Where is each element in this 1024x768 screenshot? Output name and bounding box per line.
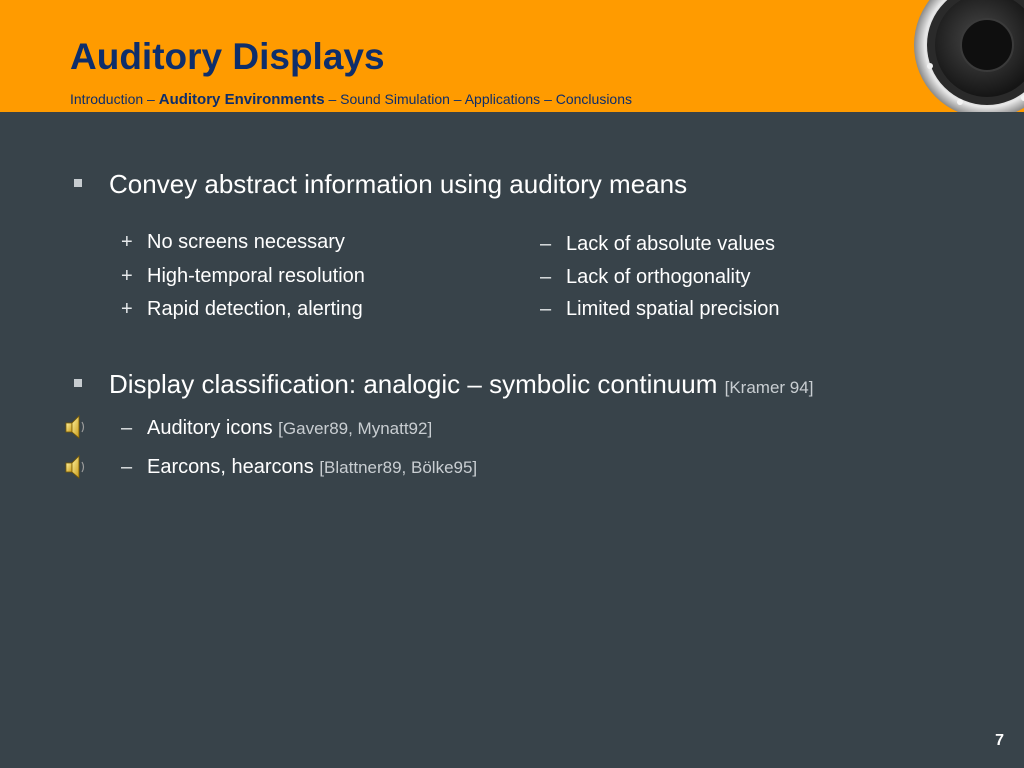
pro-item: + No screens necessary <box>121 231 345 254</box>
slide-title: Auditory Displays <box>70 36 385 77</box>
pro-text: High-temporal resolution <box>147 265 365 287</box>
pro-text: No screens necessary <box>147 231 345 253</box>
minus-sign: – <box>121 456 133 478</box>
bullet-classification: Display classification: analogic – symbo… <box>74 369 814 400</box>
example-text: Earcons, hearcons <box>147 456 320 478</box>
bullet-marker <box>74 379 82 387</box>
citation: [Kramer 94] <box>724 378 814 397</box>
speaker-sound-icon[interactable] <box>64 413 88 441</box>
speaker-sound-icon[interactable] <box>64 453 88 481</box>
con-text: Lack of absolute values <box>566 233 776 255</box>
minus-sign: – <box>121 417 133 439</box>
plus-sign: + <box>121 265 133 287</box>
breadcrumb-after: – Sound Simulation – Applications – Conc… <box>324 91 633 107</box>
bullet-classification-text: Display classification: analogic – symbo… <box>109 369 725 399</box>
minus-sign: – <box>540 233 552 255</box>
bullet-convey: Convey abstract information using audito… <box>74 169 688 200</box>
speaker-cone-icon <box>914 0 1024 112</box>
breadcrumb: Introduction – Auditory Environments – S… <box>70 91 632 108</box>
breadcrumb-active: Auditory Environments <box>158 91 325 108</box>
minus-sign: – <box>540 298 552 320</box>
plus-sign: + <box>121 231 133 253</box>
example-earcons: – Earcons, hearcons [Blattner89, Bölke95] <box>121 456 477 479</box>
citation: [Gaver89, Mynatt92] <box>278 419 433 438</box>
pro-item: + High-temporal resolution <box>121 265 365 288</box>
con-item: – Limited spatial precision <box>540 298 779 321</box>
example-text: Auditory icons <box>147 417 279 439</box>
page-number: 7 <box>995 732 1004 749</box>
con-text: Limited spatial precision <box>566 298 780 320</box>
con-item: – Lack of absolute values <box>540 233 775 256</box>
con-item: – Lack of orthogonality <box>540 266 751 289</box>
bullet-convey-text: Convey abstract information using audito… <box>109 169 688 199</box>
example-auditory-icons: – Auditory icons [Gaver89, Mynatt92] <box>121 417 432 440</box>
citation: [Blattner89, Bölke95] <box>319 458 478 477</box>
con-text: Lack of orthogonality <box>566 266 751 288</box>
minus-sign: – <box>540 266 552 288</box>
pro-text: Rapid detection, alerting <box>147 298 363 320</box>
breadcrumb-before: Introduction – <box>70 91 159 107</box>
pro-item: + Rapid detection, alerting <box>121 298 363 321</box>
bullet-marker <box>74 179 82 187</box>
slide-header: Auditory Displays Introduction – Auditor… <box>0 0 1024 112</box>
plus-sign: + <box>121 298 133 320</box>
